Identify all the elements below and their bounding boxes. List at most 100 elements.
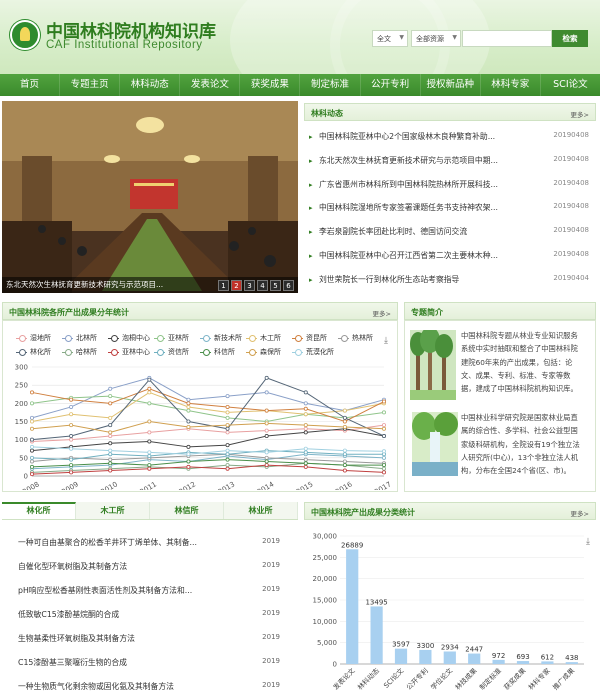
nav-item-home[interactable]: 首页 [0, 74, 61, 96]
data-point [264, 390, 269, 395]
x-category-label: 获奖成果 [502, 666, 528, 692]
data-point [186, 401, 191, 406]
paper-title[interactable]: C15漆酚基三聚噻衍生物的合成 [18, 657, 238, 668]
paper-item[interactable]: 自催化型环氧树脂及其制备方法 2019 [2, 555, 298, 579]
news-photo-carousel[interactable]: 东北天然次生林抚育更新技术研究与示范项目... 1 2 3 4 5 6 [2, 101, 298, 293]
caf-logo-icon[interactable] [10, 20, 40, 50]
tab-linhua[interactable]: 林化所 [2, 502, 76, 519]
paper-item[interactable]: 生物基柔性环氧树脂及其制备方法 2019 [2, 627, 298, 651]
nav-item-sci[interactable]: SCI论文 [541, 74, 600, 96]
data-point [147, 386, 152, 391]
news-title[interactable]: 李岩泉副院长率团赴比利时、德国访问交流 [319, 226, 539, 237]
search-scope-select[interactable]: 全文 ▼ [372, 30, 408, 47]
paper-item[interactable]: 一种生物质气化剩余物或固化氨及其制备方法 2019 [2, 675, 298, 695]
data-point [186, 459, 191, 464]
trend-line-chart: 0 50 100 150 200 250 300 2008 2009 2010 2011 2012 20… [15, 364, 393, 491]
bar-value-label: 438 [565, 654, 578, 662]
news-title[interactable]: 中国林科院湿地所专家签署课题任务书支持神农架... [319, 202, 539, 213]
tab-linye[interactable]: 林业所 [224, 502, 298, 519]
data-point [381, 434, 386, 439]
pager-6[interactable]: 6 [283, 280, 294, 291]
paper-title[interactable]: 自催化型环氧树脂及其制备方法 [18, 561, 238, 572]
x-tick-label: 2014 [256, 480, 276, 490]
pager-3[interactable]: 3 [244, 280, 255, 291]
tab-mugong[interactable]: 木工所 [76, 502, 150, 519]
data-point [108, 423, 113, 428]
data-point [108, 468, 113, 473]
paper-item[interactable]: C15漆酚基三聚噻衍生物的合成 2019 [2, 651, 298, 675]
data-point [225, 430, 230, 435]
paper-title[interactable]: 低致敏C15漆酚基烷酮的合成 [18, 609, 238, 620]
data-point [147, 390, 152, 395]
data-point [29, 415, 34, 420]
news-date: 20190404 [553, 273, 589, 282]
data-point [381, 399, 386, 404]
news-item[interactable]: ▸ 中国林科院湿地所专家签署课题任务书支持神农架... 20190408 [304, 197, 596, 221]
x-tick-label: 2015 [295, 480, 314, 490]
data-point [69, 404, 74, 409]
news-item[interactable]: ▸ 中国林科院亚林中心2个国家级林木良种繁育补助... 20190408 [304, 126, 596, 150]
data-point [381, 470, 386, 475]
news-item[interactable]: ▸ 广东省惠州市林科所到中国林科院热林所开展科技... 20190408 [304, 174, 596, 198]
x-tick-label: 2017 [373, 480, 392, 490]
bar [370, 606, 383, 664]
news-list: ▸ 中国林科院亚林中心2个国家级林木良种繁育补助... 20190408 ▸ 东北天然… [304, 126, 596, 293]
data-point [108, 394, 113, 399]
paper-item[interactable]: 一种可自由基聚合的松香羊井环丁烯单体、其制备... 2019 [2, 531, 298, 555]
bar-more-link[interactable]: 更多> [571, 508, 589, 518]
data-point [303, 461, 308, 466]
paper-title[interactable]: pH响应型松香基刚性表面活性剂及其制备方法和... [18, 585, 238, 596]
paper-title[interactable]: 生物基柔性环氧树脂及其制备方法 [18, 633, 238, 644]
news-title[interactable]: 中国林科院亚林中心召开江西省第二次主要林木种... [319, 250, 539, 261]
search-input[interactable] [462, 30, 552, 47]
bullet-icon: ▸ [309, 156, 313, 165]
news-title[interactable]: 广东省惠州市林科所到中国林科院热林所开展科技... [319, 179, 539, 190]
nav-item-awards[interactable]: 获奖成果 [240, 74, 301, 96]
paper-item[interactable]: 低致敏C15漆酚基烷酮的合成 2019 [2, 603, 298, 627]
paper-year: 2019 [262, 561, 280, 569]
bullet-icon: ▸ [309, 251, 313, 260]
nav-item-papers[interactable]: 发表论文 [180, 74, 241, 96]
data-point [108, 434, 113, 439]
search-button[interactable]: 检索 [552, 30, 588, 47]
search-type-select[interactable]: 全部资源 ▼ [411, 30, 461, 47]
intro-paragraph-2: 中国林业科学研究院是国家林业局直 属的综合性、多学科、社会公益型国 家级科研机构… [461, 411, 597, 477]
news-item[interactable]: ▸ 中国林科院亚林中心召开江西省第二次主要林木种... 20190408 [304, 245, 596, 269]
trend-more-link[interactable]: 更多> [373, 308, 391, 318]
news-item[interactable]: ▸ 李岩泉副院长率团赴比利时、德国访问交流 20190408 [304, 221, 596, 245]
intro-line: 建院60年来的产出成果，包括：论 [461, 357, 573, 367]
paper-title[interactable]: 一种可自由基聚合的松香羊井环丁烯单体、其制备... [18, 537, 238, 548]
data-point [69, 423, 74, 428]
nav-item-experts[interactable]: 林科专家 [481, 74, 541, 96]
pager-2[interactable]: 2 [231, 280, 242, 291]
bar-value-label: 13495 [365, 598, 387, 606]
x-category-label: 学位论文 [429, 666, 455, 692]
nav-item-patents[interactable]: 公开专利 [361, 74, 421, 96]
nav-item-news[interactable]: 林科动态 [120, 74, 181, 96]
nav-item-standards[interactable]: 制定标准 [300, 74, 361, 96]
nav-item-topic[interactable]: 专题主页 [60, 74, 121, 96]
news-item[interactable]: ▸ 东北天然次生林抚育更新技术研究与示范项目中期... 20190408 [304, 150, 596, 174]
tab-linxin[interactable]: 林信所 [150, 502, 224, 519]
x-tick-label: 2009 [60, 480, 79, 490]
y-tick-label: 50 [19, 454, 28, 462]
pager-4[interactable]: 4 [257, 280, 268, 291]
news-title[interactable]: 刘世荣院长一行到林化所生态站考察指导 [319, 274, 539, 285]
news-more-link[interactable]: 更多> [571, 109, 589, 119]
pager-5[interactable]: 5 [270, 280, 281, 291]
bar [541, 661, 554, 664]
paper-item[interactable]: pH响应型松香基刚性表面活性剂及其制备方法和... 2019 [2, 579, 298, 603]
news-title[interactable]: 中国林科院亚林中心2个国家级林木良种繁育补助... [319, 131, 539, 142]
data-point [147, 430, 152, 435]
bar-value-label: 26889 [341, 541, 363, 549]
data-point [225, 466, 230, 471]
news-item[interactable]: ▸ 刘世荣院长一行到林化所生态站考察指导 20190404 [304, 269, 596, 293]
data-point [29, 426, 34, 431]
data-point [186, 464, 191, 469]
paper-title[interactable]: 一种生物质气化剩余物或固化氨及其制备方法 [18, 681, 238, 692]
x-tick-label: 2013 [217, 480, 236, 490]
pager-1[interactable]: 1 [218, 280, 229, 291]
data-point [69, 397, 74, 402]
news-title[interactable]: 东北天然次生林抚育更新技术研究与示范项目中期... [319, 155, 539, 166]
nav-item-varieties[interactable]: 授权新品种 [421, 74, 481, 96]
